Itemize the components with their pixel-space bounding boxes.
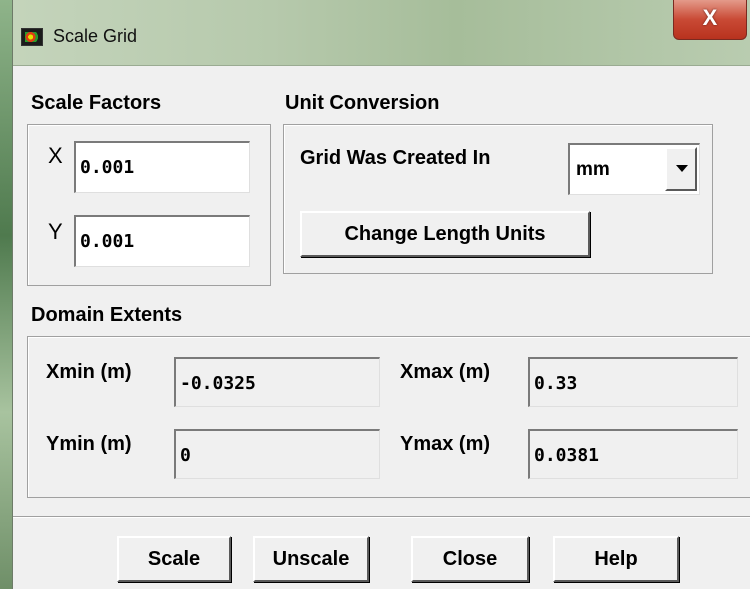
- y-label: Y: [48, 219, 63, 244]
- help-button[interactable]: Help: [553, 536, 679, 582]
- close-window-button[interactable]: X: [673, 0, 747, 40]
- scale-grid-dialog: Scale Grid X Scale Factors X 0.001 Y 0.0…: [12, 0, 750, 589]
- scale-button[interactable]: Scale: [117, 536, 231, 582]
- dialog-content: Scale Factors X 0.001 Y 0.001 Unit Conve…: [13, 66, 750, 589]
- ymax-value: 0.0381: [528, 429, 738, 479]
- xmax-label: Xmax (m): [400, 361, 491, 383]
- scale-factors-label: Scale Factors: [31, 92, 162, 114]
- unscale-button[interactable]: Unscale: [253, 536, 369, 582]
- close-button[interactable]: Close: [411, 536, 529, 582]
- app-icon: [21, 28, 43, 46]
- grid-created-in-label: Grid Was Created In: [300, 147, 491, 169]
- domain-extents-label: Domain Extents: [31, 304, 183, 326]
- ymin-label: Ymin (m): [46, 433, 132, 455]
- scale-factors-group: X 0.001 Y 0.001: [27, 124, 271, 286]
- button-divider: [13, 516, 750, 518]
- title-bar[interactable]: Scale Grid X: [13, 0, 750, 66]
- grid-unit-value: mm: [576, 159, 610, 180]
- x-scale-input[interactable]: 0.001: [74, 141, 250, 193]
- xmax-value: 0.33: [528, 357, 738, 407]
- ymin-value: 0: [174, 429, 380, 479]
- chevron-down-icon[interactable]: [665, 147, 697, 191]
- domain-extents-group: Xmin (m) -0.0325 Xmax (m) 0.33 Ymin (m) …: [27, 336, 750, 498]
- x-label: X: [48, 143, 63, 168]
- grid-unit-select[interactable]: mm: [568, 143, 700, 195]
- change-length-units-button[interactable]: Change Length Units: [300, 211, 590, 257]
- window-title: Scale Grid: [53, 26, 138, 46]
- xmin-value: -0.0325: [174, 357, 380, 407]
- y-scale-input[interactable]: 0.001: [74, 215, 250, 267]
- ymax-label: Ymax (m): [400, 433, 491, 455]
- unit-conversion-group: Grid Was Created In mm Change Length Uni…: [283, 124, 713, 274]
- desktop-background: [0, 0, 12, 589]
- xmin-label: Xmin (m): [46, 361, 132, 383]
- unit-conversion-label: Unit Conversion: [285, 92, 440, 114]
